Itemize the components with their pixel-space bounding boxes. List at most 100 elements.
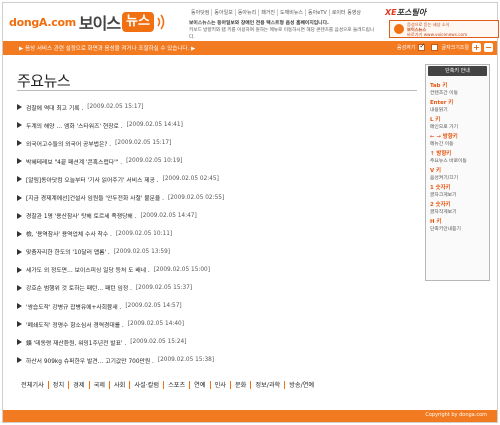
news-item[interactable]: 박혜테레보 "4끝 패션계 '콘혹스럽다'" . [2009.02.05 10:1… (17, 152, 422, 170)
section-nav-link[interactable]: 정보/과학 (251, 380, 284, 389)
news-title[interactable]: '쌍습도작' 강병규 잡병유에+사회뮹새 . (26, 302, 121, 311)
news-title[interactable]: 검찰에 역대 최고 기록 . (26, 103, 83, 112)
voice-toggle-checkbox[interactable] (418, 42, 426, 51)
news-title[interactable]: 하산서 909kg 슈퍼한우 발견… 고기값만 700만원 . (26, 356, 154, 365)
news-item[interactable]: 맞춤자리한 한도의 '10달러 맵롬' . [2009.02.05 13:59] (17, 243, 422, 261)
news-item[interactable]: 세가도 외 정도면… 보이스피싱 일당 등처 도 배네 . [2009.02.05… (17, 261, 422, 279)
shortcut-key: 2 숫자키 (430, 202, 451, 208)
shortcut-key: ↑ 방향키 (430, 151, 452, 157)
shortcut-guide-list: Tab 키 컨텐츠간 이동 Enter 키 내용읽기 L 키 메인으로 가기 ← → 방향키… (430, 81, 488, 234)
news-item[interactable]: 경찰관 1명 '용산참사' 탓해 토르세 족쟁당해 . [2009.02.05 1… (17, 207, 422, 225)
shortcut-description: 내용읽기 (430, 108, 448, 113)
shortcut-key: ← → 방향키 (430, 134, 458, 140)
news-title[interactable]: [알림]동아닷컴 오늘부터 '기사 읽어주기' 서비스 제공 . (26, 175, 159, 184)
news-item[interactable]: [지금 경제계에선]건설사 임원들 '안두전화 사절' 불문율 . [2009.0… (17, 188, 422, 206)
shortcut-key: L 키 (430, 117, 441, 123)
news-item[interactable]: 鑛 '데동령 재산환원, 워밍1주년전 발표' . [2009.02.05 15:… (17, 333, 422, 351)
section-nav-link[interactable]: 문화 (231, 380, 250, 389)
bullet-arrow-icon (17, 284, 22, 291)
news-item[interactable]: 강호순 범행위 것 토하는 패턴… 패턴 임정 . [2009.02.05 15:… (17, 279, 422, 297)
news-date: [2009.02.05 14:40] (127, 321, 184, 328)
description-line-1: 보이스뉴스는 동아일보와 장애인 전용 텍스트형 음성 홈페이지입니다. (189, 21, 329, 26)
news-title[interactable]: [지금 경제계에선]건설사 임원들 '안두전화 사절' 불문율 . (26, 193, 164, 202)
settings-controls: 음성켜기 글자크기조절 + − (396, 42, 493, 52)
shortcut-description: 메인으로 가기 (430, 125, 459, 130)
news-date: [2009.02.05 14:47] (140, 212, 197, 219)
shortcut-key: 1 숫자키 (430, 185, 451, 191)
shortcut-key: Tab 키 (430, 83, 448, 89)
section-nav-link[interactable]: 방송/연예 (285, 380, 318, 389)
news-title[interactable]: 외국어고수들의 외국어 공부법은? . (26, 139, 111, 148)
font-increase-button[interactable]: + (472, 43, 481, 52)
footer: Copyright by donga.com (3, 410, 497, 422)
font-size-checkbox[interactable] (431, 44, 439, 51)
bullet-arrow-icon (17, 339, 22, 346)
section-nav-link[interactable]: 연예 (190, 380, 209, 389)
logo-news: 뉴스 (122, 12, 154, 32)
bullet-arrow-icon (17, 176, 22, 183)
section-nav-link[interactable]: 정치 (49, 380, 68, 389)
bullet-arrow-icon (17, 321, 22, 328)
news-title[interactable]: 세가도 외 정도면… 보이스피싱 일당 등처 도 배네 . (26, 265, 150, 274)
shortcut-key: V 키 (430, 168, 442, 174)
section-nav-link[interactable]: 전체기사 (17, 380, 48, 389)
news-item[interactable]: '폐쇄도직' 정명수 항소심서 경력경대를 . [2009.02.05 14:40… (17, 315, 422, 333)
bullet-arrow-icon (17, 122, 22, 129)
news-item[interactable]: 檢, '용역참사' 용역업체 수사 착수 . [2009.02.05 10:11] (17, 225, 422, 243)
shortcut-key: H 키 (430, 219, 442, 225)
site-header: dongA.com 보이스 뉴스 동아닷컴 동아일보 동아뉴리 패거진 도깨비뉴스 동아e… (3, 3, 499, 40)
news-title[interactable]: '폐쇄도직' 정명수 항소심서 경력경대를 . (26, 320, 124, 329)
section-nav-link[interactable]: 사회 (110, 380, 129, 389)
section-nav-link[interactable]: 경제 (69, 380, 88, 389)
copyright-text: Copyright by donga.com (425, 412, 487, 418)
section-nav-link[interactable]: 스포츠 (164, 380, 189, 389)
bullet-arrow-icon (17, 140, 22, 147)
top-nav-link[interactable]: 패거진 (259, 9, 279, 16)
news-date: [2009.02.05 14:41] (126, 122, 183, 129)
font-decrease-button[interactable]: − (484, 43, 493, 52)
section-nav-link[interactable]: 사설·칼럼 (130, 380, 163, 389)
news-item[interactable]: 두계의 해양 … 엠화 '스타워즈' 현장로 . [2009.02.05 14:4… (17, 116, 422, 134)
partner-logo-text: 포스틸아 (396, 8, 427, 17)
bullet-arrow-icon (17, 230, 22, 237)
speaker-icon (394, 24, 404, 34)
news-title[interactable]: 鑛 '데동령 재산환원, 워밍1주년전 발표' . (26, 338, 126, 347)
news-date: [2009.02.05 02:55] (167, 194, 225, 201)
promo-banner[interactable]: 음성으로 듣는 세상 소식 보이스뉴스 바로가기 www.voicenews.c… (389, 20, 499, 38)
news-item[interactable]: [알림]동아닷컴 오늘부터 '기사 읽어주기' 서비스 제공 . [2009.02… (17, 170, 422, 188)
top-nav-link[interactable]: 로이터 동영상 (330, 9, 363, 16)
news-title[interactable]: 박혜테레보 "4끝 패션계 '콘혹스럽다'" . (26, 157, 122, 166)
promo-text: 음성으로 듣는 세상 소식 보이스뉴스 바로가기 www.voicenews.c… (407, 22, 467, 37)
news-title[interactable]: 檢, '용역참사' 용역업체 수사 착수 . (26, 229, 112, 238)
logo-voice: 보이스 (78, 14, 121, 33)
settings-message: ▶ 음성 서비스 관련 설정으로 화면과 음성을 켜거나 조절하실 수 있습니다… (19, 46, 196, 52)
top-nav-link[interactable]: 동아일보 (212, 9, 236, 16)
news-title[interactable]: 경찰관 1명 '용산참사' 탓해 토르세 족쟁당해 . (26, 211, 136, 220)
site-logo[interactable]: dongA.com 보이스 뉴스 (9, 9, 166, 35)
shortcut-description: 주요뉴스 바로이동 (430, 159, 467, 164)
section-nav: 전체기사 정치 경제 국제 사회 사설·칼럼 스포츠 연예 인사 문화 정보/과학 방송/연예 (17, 380, 318, 389)
news-item[interactable]: 외국어고수들의 외국어 공부법은? . [2009.02.05 15:17] (17, 134, 422, 152)
top-nav-link[interactable]: 동아eTV (306, 9, 330, 16)
shortcut-guide-title: 단축키 안내 (428, 66, 487, 76)
description-line-2: 키보드 방향키와 탭 키를 이용하여 원하는 메뉴로 이동하시면 해당 콘텐츠를… (189, 28, 375, 40)
news-title[interactable]: 맞춤자리한 한도의 '10달러 맵롬' . (26, 247, 110, 256)
news-item[interactable]: 하산서 909kg 슈퍼한우 발견… 고기값만 700만원 . [2009.02.… (17, 351, 422, 369)
shortcut-description: 메뉴간 이동 (430, 142, 454, 147)
voice-toggle-label: 음성켜기 (396, 45, 416, 51)
bullet-arrow-icon (17, 158, 22, 165)
promo-line-3: 바로가기 www.voicenews.com (407, 31, 468, 37)
sound-wave-icon (157, 14, 165, 30)
news-item[interactable]: 검찰에 역대 최고 기록 . [2009.02.05 15:17] (17, 98, 422, 116)
partner-logo[interactable]: XE포스틸아 (385, 7, 426, 18)
top-nav-link[interactable]: 도깨비뉴스 (278, 9, 307, 16)
section-nav-link[interactable]: 인사 (211, 380, 230, 389)
section-nav-link[interactable]: 국제 (90, 380, 109, 389)
news-title[interactable]: 두계의 해양 … 엠화 '스타워즈' 현장로 . (26, 121, 123, 130)
page-title: 주요뉴스 (17, 72, 71, 90)
top-nav-link[interactable]: 동아닷컴 (189, 9, 213, 16)
news-list: 검찰에 역대 최고 기록 . [2009.02.05 15:17] 두계의 해양 …… (17, 98, 422, 369)
news-item[interactable]: '쌍습도작' 강병규 잡병유에+사회뮹새 . [2009.02.05 14:57] (17, 297, 422, 315)
top-nav-link[interactable]: 동아뉴리 (236, 9, 260, 16)
news-title[interactable]: 강호순 범행위 것 토하는 패턴… 패턴 임정 . (26, 283, 132, 292)
